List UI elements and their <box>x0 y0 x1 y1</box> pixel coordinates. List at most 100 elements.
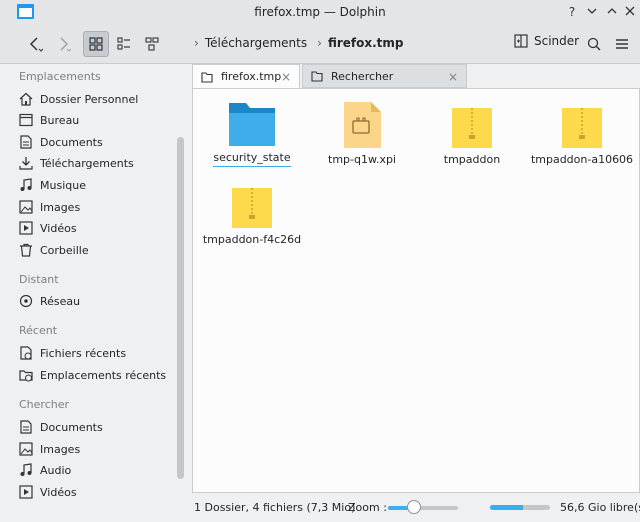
trash-icon <box>20 243 32 257</box>
sidebar-item-label: Bureau <box>40 113 80 127</box>
tab-label: Rechercher <box>331 69 394 83</box>
split-button-label: Scinder <box>534 34 580 48</box>
file-view: security_state tmp-q1w.xpi tmpaddon tmpa… <box>192 88 640 493</box>
section-title-remote: Distant <box>19 273 59 286</box>
close-button[interactable] <box>622 4 638 20</box>
sidebar-item-label: Images <box>40 200 81 214</box>
back-arrow-icon <box>29 37 43 52</box>
zoom-slider-handle[interactable] <box>406 500 421 514</box>
sidebar-item-label: Vidéos <box>40 485 77 499</box>
forward-button[interactable] <box>50 31 76 57</box>
close-tab-icon[interactable]: × <box>281 70 291 84</box>
status-summary: 1 Dossier, 4 fichiers (7,3 Mio) <box>194 501 356 514</box>
main-toolbar: › Téléchargements › firefox.tmp Scinder <box>0 24 640 64</box>
file-name: tmpaddon <box>443 153 501 166</box>
sidebar-item-downloads[interactable]: Téléchargements <box>19 153 134 173</box>
section-title-search: Chercher <box>19 398 70 411</box>
close-tab-icon[interactable]: × <box>448 70 458 84</box>
file-name: tmpaddon-f4c26d <box>202 233 302 246</box>
file-name: tmpaddon-a10606 <box>530 153 634 166</box>
file-item-archive[interactable]: tmpaddon <box>420 101 524 166</box>
close-icon <box>625 6 635 16</box>
sidebar-item-recent-files[interactable]: Fichiers récents <box>19 343 126 363</box>
sidebar-item-label: Fichiers récents <box>40 346 127 360</box>
sidebar-item-label: Audio <box>40 463 72 477</box>
sidebar-item-label: Réseau <box>40 294 81 308</box>
folder-icon <box>201 71 213 83</box>
free-space-bar-fill <box>490 505 523 510</box>
sidebar-item-search-documents[interactable]: Documents <box>19 417 103 437</box>
download-icon <box>19 157 33 170</box>
archive-zip-icon <box>562 108 602 148</box>
sidebar-item-home[interactable]: Dossier Personnel <box>19 89 138 109</box>
sidebar-item-images[interactable]: Images <box>19 197 80 217</box>
split-button[interactable]: Scinder <box>514 34 579 48</box>
archive-zip-icon <box>452 108 492 148</box>
help-button[interactable]: ? <box>564 4 580 20</box>
file-item-archive[interactable]: tmpaddon-f4c26d <box>200 181 304 246</box>
file-name: security_state <box>213 151 291 167</box>
recent-files-icon <box>20 346 32 360</box>
sidebar-item-label: Emplacements récents <box>40 368 167 382</box>
dolphin-window: firefox.tmp — Dolphin ? › Téléchargement… <box>0 0 640 522</box>
sidebar-item-network[interactable]: Réseau <box>19 291 80 311</box>
minimize-button[interactable] <box>584 4 600 20</box>
sidebar-item-label: Musique <box>40 178 86 192</box>
sidebar-item-recent-places[interactable]: Emplacements récents <box>19 365 166 385</box>
sidebar-item-label: Dossier Personnel <box>40 92 139 106</box>
tab-search[interactable]: Rechercher × <box>302 64 467 88</box>
documents-icon <box>20 420 32 434</box>
tab-label: firefox.tmp <box>221 70 282 83</box>
sidebar-item-label: Vidéos <box>40 221 77 235</box>
desktop-icon <box>19 113 33 127</box>
sidebar-item-music[interactable]: Musique <box>19 175 86 195</box>
breadcrumb-item-current[interactable]: firefox.tmp <box>328 36 404 50</box>
icons-view-button[interactable] <box>83 31 109 57</box>
image-icon <box>19 442 33 456</box>
sidebar-item-search-videos[interactable]: Vidéos <box>19 482 77 502</box>
hamburger-menu-icon <box>616 39 628 49</box>
file-item-folder[interactable]: security_state <box>200 101 304 167</box>
breadcrumb-separator-icon: › <box>194 36 199 50</box>
tab-firefox-tmp[interactable]: firefox.tmp × <box>192 64 300 88</box>
video-icon <box>19 485 33 499</box>
recent-places-icon <box>19 370 33 382</box>
forward-arrow-icon <box>60 37 71 52</box>
icons-view-icon <box>89 37 103 51</box>
home-icon <box>19 92 33 106</box>
sidebar-item-search-audio[interactable]: Audio <box>19 460 71 480</box>
back-button[interactable] <box>22 31 48 57</box>
file-item-xpi[interactable]: tmp-q1w.xpi <box>310 101 414 166</box>
sidebar-item-label: Images <box>40 442 81 456</box>
music-icon <box>20 463 32 476</box>
details-view-button[interactable] <box>139 31 165 57</box>
sidebar-item-label: Corbeille <box>40 243 89 257</box>
file-name: tmp-q1w.xpi <box>328 153 396 166</box>
chevron-up-icon <box>607 8 617 14</box>
sidebar-item-desktop[interactable]: Bureau <box>19 110 79 130</box>
compact-view-button[interactable] <box>111 31 137 57</box>
tab-bar: firefox.tmp × Rechercher × <box>192 64 640 88</box>
zoom-label: Zoom : <box>348 501 387 514</box>
chevron-down-icon <box>587 8 597 14</box>
sidebar-scrollbar[interactable] <box>177 137 184 479</box>
free-space-label: 56,6 Gio libre(s) <box>560 501 640 514</box>
status-bar: 1 Dossier, 4 fichiers (7,3 Mio) Zoom : 5… <box>192 496 640 520</box>
breadcrumb: › Téléchargements › firefox.tmp <box>194 36 413 50</box>
sidebar-item-videos[interactable]: Vidéos <box>19 218 77 238</box>
sidebar-item-search-images[interactable]: Images <box>19 439 80 459</box>
zoom-slider[interactable] <box>388 500 458 514</box>
titlebar: firefox.tmp — Dolphin ? <box>0 0 640 24</box>
sidebar-item-trash[interactable]: Corbeille <box>19 240 89 260</box>
sidebar-item-label: Documents <box>40 420 103 434</box>
section-title-recent: Récent <box>19 324 58 337</box>
menu-button[interactable] <box>609 31 635 57</box>
maximize-button[interactable] <box>604 4 620 20</box>
network-icon <box>19 294 33 308</box>
addon-package-icon <box>344 102 381 148</box>
breadcrumb-item-downloads[interactable]: Téléchargements <box>205 36 307 50</box>
sidebar-item-documents[interactable]: Documents <box>19 132 103 152</box>
search-button[interactable] <box>581 31 607 57</box>
places-panel: Emplacements Dossier Personnel Bureau Do… <box>0 65 187 522</box>
file-item-archive[interactable]: tmpaddon-a10606 <box>530 101 634 166</box>
